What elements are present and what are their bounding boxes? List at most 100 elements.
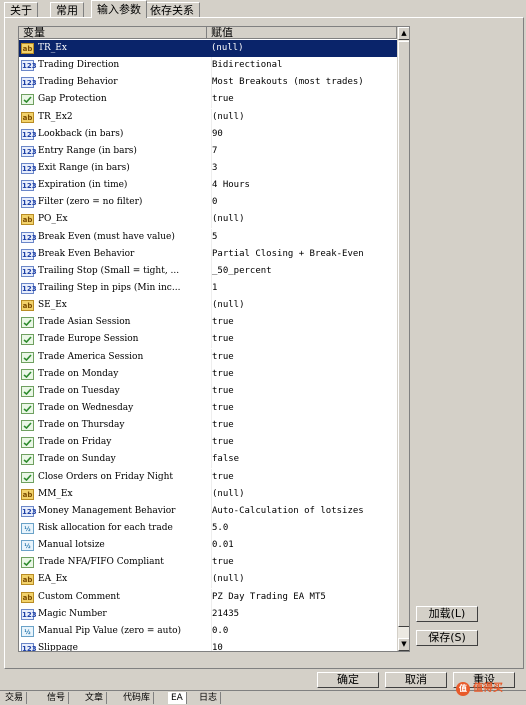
tab-dependencies[interactable]: 依存关系 — [144, 2, 200, 18]
save-button[interactable]: 保存(S) — [416, 630, 478, 646]
parameter-value[interactable]: (null) — [211, 108, 396, 126]
table-row[interactable]: 123 Trading Behavior Most Breakouts (most … — [19, 74, 397, 92]
integer-type-icon: 123 — [21, 265, 37, 277]
parameter-value[interactable]: true — [211, 554, 396, 572]
parameter-value[interactable]: true — [211, 314, 396, 332]
parameter-value[interactable]: 3 — [211, 159, 396, 177]
table-row[interactable]: Trade on Sunday false — [19, 451, 397, 469]
table-row[interactable]: ab TR_Ex (null) — [19, 40, 397, 58]
parameter-value[interactable]: 4 Hours — [211, 177, 396, 195]
table-row[interactable]: 123 Money Management Behavior Auto-Calcula… — [19, 502, 397, 520]
terminal-tab-articles[interactable]: 文章 — [82, 692, 108, 704]
parameter-value[interactable]: (null) — [211, 297, 396, 315]
vertical-scrollbar[interactable]: ▲ ▼ — [397, 27, 409, 651]
table-row[interactable]: 123 Expiration (in time) 4 Hours — [19, 177, 397, 195]
string-type-icon: ab — [21, 591, 34, 603]
cancel-button[interactable]: 取消 — [385, 672, 447, 688]
scroll-up-button[interactable]: ▲ — [398, 27, 409, 40]
terminal-tab-trade[interactable]: 交易 — [2, 692, 28, 704]
table-row[interactable]: ½ Manual lotsize 0.01 — [19, 537, 397, 555]
table-row[interactable]: Trade on Friday true — [19, 434, 397, 452]
table-row[interactable]: 123 Filter (zero = no filter) 0 — [19, 194, 397, 212]
load-button[interactable]: 加载(L) — [416, 606, 478, 622]
table-row[interactable]: Trade NFA/FIFO Compliant true — [19, 554, 397, 572]
parameter-value[interactable]: 0.01 — [211, 537, 396, 555]
parameter-value[interactable]: Partial Closing + Break-Even — [211, 245, 396, 263]
parameter-value[interactable]: true — [211, 382, 396, 400]
parameter-value[interactable]: 7 — [211, 142, 396, 160]
terminal-tab-ea[interactable]: EA — [168, 692, 187, 704]
parameter-value[interactable]: PZ Day Trading EA MT5 — [211, 588, 396, 606]
table-row[interactable]: Trade on Monday true — [19, 365, 397, 383]
parameter-value[interactable]: Auto-Calculation of lotsizes — [211, 502, 396, 520]
parameter-value[interactable]: true — [211, 417, 396, 435]
column-header-variable[interactable]: 变量 — [19, 27, 207, 39]
parameter-value[interactable]: (null) — [211, 485, 396, 503]
table-row[interactable]: 123 Break Even (must have value) 5 — [19, 228, 397, 246]
parameter-value[interactable]: (null) — [211, 571, 396, 589]
parameter-value[interactable]: 21435 — [211, 605, 396, 623]
scroll-down-button[interactable]: ▼ — [398, 638, 409, 651]
parameter-value[interactable]: Most Breakouts (most trades) — [211, 74, 396, 92]
parameter-value[interactable]: (null) — [211, 211, 396, 229]
parameter-name: Trade on Thursday — [38, 420, 125, 431]
parameter-value[interactable]: Bidirectional — [211, 57, 396, 75]
parameter-value[interactable]: 1 — [211, 279, 396, 297]
column-header-value[interactable]: 赋值 — [207, 27, 397, 39]
tab-inputs[interactable]: 输入参数 — [91, 0, 147, 18]
terminal-tab-codebase[interactable]: 代码库 — [120, 692, 155, 704]
table-row[interactable]: Trade on Tuesday true — [19, 382, 397, 400]
parameter-value[interactable]: true — [211, 331, 396, 349]
parameter-value[interactable]: true — [211, 348, 396, 366]
table-row[interactable]: Trade Asian Session true — [19, 314, 397, 332]
table-row[interactable]: ab Custom Comment PZ Day Trading EA MT5 — [19, 588, 397, 606]
table-row[interactable]: ½ Risk allocation for each trade 5.0 — [19, 519, 397, 537]
parameter-value[interactable]: true — [211, 91, 396, 109]
table-row[interactable]: 123 Break Even Behavior Partial Closing + … — [19, 245, 397, 263]
parameter-value[interactable]: (null) — [211, 40, 395, 57]
parameter-value[interactable]: false — [211, 451, 396, 469]
table-row[interactable]: Trade Europe Session true — [19, 331, 397, 349]
table-row[interactable]: ab EA_Ex (null) — [19, 571, 397, 589]
parameter-value[interactable]: 5 — [211, 228, 396, 246]
parameter-value[interactable]: true — [211, 434, 396, 452]
parameter-value[interactable]: 90 — [211, 125, 396, 143]
parameter-name: Lookback (in bars) — [38, 128, 124, 139]
parameter-value[interactable]: 0 — [211, 194, 396, 212]
table-row[interactable]: 123 Slippage 10 — [19, 639, 397, 652]
parameter-value[interactable]: 5.0 — [211, 519, 396, 537]
table-row[interactable]: ab TR_Ex2 (null) — [19, 108, 397, 126]
table-row[interactable]: ab MM_Ex (null) — [19, 485, 397, 503]
table-row[interactable]: 123 Trailing Step in pips (Min inc... 1 — [19, 279, 397, 297]
table-row[interactable]: 123 Lookback (in bars) 90 — [19, 125, 397, 143]
table-row[interactable]: 123 Magic Number 21435 — [19, 605, 397, 623]
parameter-name: Manual Pip Value (zero = auto) — [38, 625, 182, 636]
parameter-name: SE_Ex — [38, 300, 67, 311]
table-row[interactable]: Trade on Wednesday true — [19, 399, 397, 417]
boolean-type-icon — [21, 557, 34, 569]
table-row[interactable]: Close Orders on Friday Night true — [19, 468, 397, 486]
parameter-value[interactable]: true — [211, 468, 396, 486]
tab-about[interactable]: 关于 — [4, 2, 38, 18]
table-row[interactable]: 123 Trading Direction Bidirectional — [19, 57, 397, 75]
table-row[interactable]: 123 Entry Range (in bars) 7 — [19, 142, 397, 160]
parameter-value[interactable]: _50_percent — [211, 262, 396, 280]
table-row[interactable]: Trade America Session true — [19, 348, 397, 366]
table-row[interactable]: Gap Protection true — [19, 91, 397, 109]
parameter-value[interactable]: true — [211, 399, 396, 417]
ok-button[interactable]: 确定 — [317, 672, 379, 688]
scroll-thumb[interactable] — [398, 41, 409, 627]
table-row[interactable]: ab SE_Ex (null) — [19, 297, 397, 315]
table-row[interactable]: Trade on Thursday true — [19, 417, 397, 435]
integer-type-icon: 123 — [21, 642, 37, 652]
table-row[interactable]: ½ Manual Pip Value (zero = auto) 0.0 — [19, 622, 397, 640]
table-row[interactable]: 123 Trailing Stop (Small = tight, ... _50_… — [19, 262, 397, 280]
terminal-tab-signals[interactable]: 信号 — [44, 692, 70, 704]
parameter-value[interactable]: 0.0 — [211, 622, 396, 640]
parameter-value[interactable]: true — [211, 365, 396, 383]
parameter-value[interactable]: 10 — [211, 639, 396, 651]
table-row[interactable]: 123 Exit Range (in bars) 3 — [19, 159, 397, 177]
table-row[interactable]: ab PO_Ex (null) — [19, 211, 397, 229]
terminal-tab-journal[interactable]: 日志 — [196, 692, 222, 704]
tab-common[interactable]: 常用 — [50, 2, 84, 18]
